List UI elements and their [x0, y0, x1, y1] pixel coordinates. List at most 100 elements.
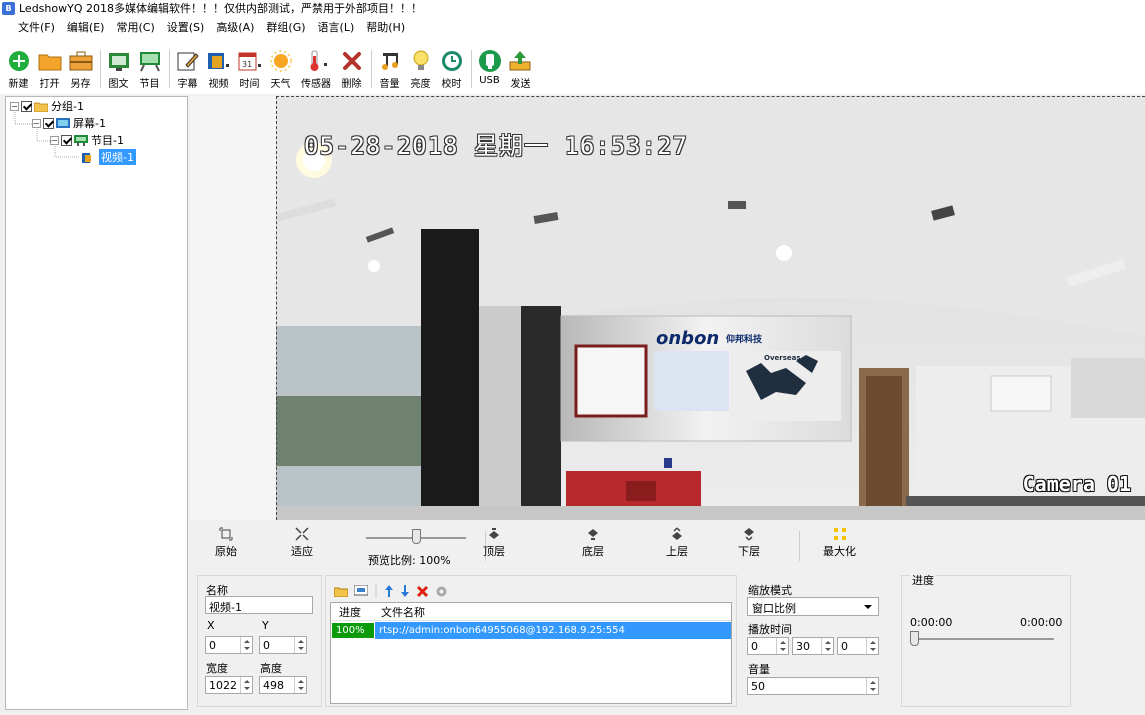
bottom-layer-button[interactable]: 底层 — [582, 527, 604, 559]
menu-file[interactable]: 文件(F) — [18, 19, 55, 35]
toolbar-separator — [100, 50, 101, 88]
thermometer-icon — [303, 48, 329, 74]
menu-settings[interactable]: 设置(S) — [167, 19, 205, 35]
program-button[interactable]: 节目 — [135, 48, 164, 90]
zoom-mode-select[interactable]: 窗口比例 — [747, 597, 879, 616]
view-controls: 原始 适应 预览比例: 100% 顶层 底层 上层 下层 最大化 — [190, 521, 1145, 573]
sensor-button[interactable]: 传感器 — [297, 48, 335, 90]
add-file-icon[interactable] — [334, 585, 348, 597]
spinner-icon[interactable] — [776, 638, 787, 654]
spinner-icon[interactable] — [866, 678, 877, 694]
column-filename[interactable]: 文件名称 — [375, 604, 425, 620]
menu-advanced[interactable]: 高级(A) — [216, 19, 254, 35]
video-frame[interactable]: onbon 仰邦科技 Overseas 05-28-2018 星期一 16:53… — [276, 96, 1145, 520]
toolbar-separator — [471, 50, 472, 88]
sun-icon — [268, 48, 294, 74]
progress-track — [914, 638, 1054, 640]
calendar-icon: 31 — [237, 48, 263, 74]
add-stream-icon[interactable] — [354, 585, 368, 597]
top-layer-button[interactable]: 顶层 — [483, 527, 505, 559]
tree-label-video: 视频-1 — [99, 149, 136, 165]
column-progress[interactable]: 进度 — [331, 604, 375, 620]
move-down-icon[interactable] — [400, 585, 410, 597]
menu-group[interactable]: 群组(G) — [266, 19, 305, 35]
spinner-icon[interactable] — [866, 638, 877, 654]
x-field[interactable]: 0 — [205, 636, 253, 654]
image-text-button[interactable]: 图文 — [104, 48, 133, 90]
remove-file-icon[interactable] — [416, 585, 429, 598]
program-tree: − 分组-1 − 屏幕-1 − 节目-1 视频-1 — [5, 96, 188, 710]
original-size-button[interactable]: 原始 — [215, 527, 237, 559]
lightbulb-icon — [408, 48, 434, 74]
delete-button[interactable]: 删除 — [337, 48, 366, 90]
usb-button[interactable]: USB — [475, 48, 504, 86]
weather-button[interactable]: 天气 — [266, 48, 295, 90]
subtitle-button[interactable]: 字幕 — [173, 48, 202, 90]
spinner-icon[interactable] — [240, 637, 251, 653]
y-field[interactable]: 0 — [259, 636, 307, 654]
usb-drive-icon — [477, 48, 503, 74]
divider — [799, 531, 800, 561]
file-list-toolbar — [334, 584, 448, 598]
brightness-button[interactable]: 亮度 — [406, 48, 435, 90]
original-size-label: 原始 — [215, 545, 237, 558]
tree-node-video[interactable]: 视频-1 — [82, 149, 136, 165]
saveas-button[interactable]: 另存 — [66, 48, 95, 90]
toolbar-divider — [375, 584, 377, 598]
music-note-icon — [377, 48, 403, 74]
file-table: 进度 文件名称 100% rtsp://admin:onbon64955068@… — [330, 602, 732, 704]
table-row[interactable]: 100% rtsp://admin:onbon64955068@192.168.… — [331, 622, 731, 639]
spinner-icon[interactable] — [821, 638, 832, 654]
layer-top-icon — [489, 528, 499, 539]
up-layer-button[interactable]: 上层 — [666, 527, 688, 559]
maximize-button[interactable]: 最大化 — [823, 527, 856, 559]
subtitle-label: 字幕 — [177, 79, 198, 90]
send-button[interactable]: 发送 — [506, 48, 535, 90]
tree-lines — [14, 110, 80, 158]
timecheck-button[interactable]: 校时 — [437, 48, 466, 90]
volume-field[interactable]: 50 — [747, 677, 879, 695]
pencil-note-icon — [175, 48, 201, 74]
width-field[interactable]: 1022 — [205, 676, 253, 694]
time-button[interactable]: 31 时间 — [235, 48, 264, 90]
program-board-icon — [137, 48, 163, 74]
fit-button[interactable]: 适应 — [291, 527, 313, 559]
spinner-icon[interactable] — [294, 637, 305, 653]
volume-label: 音量 — [748, 663, 770, 676]
play-minutes-field[interactable]: 30 — [792, 637, 834, 655]
progress-panel-label: 进度 — [910, 572, 936, 588]
open-button[interactable]: 打开 — [35, 48, 64, 90]
menu-language[interactable]: 语言(L) — [318, 19, 355, 35]
move-up-icon[interactable] — [384, 585, 394, 597]
down-layer-button[interactable]: 下层 — [738, 527, 760, 559]
play-hours-field[interactable]: 0 — [747, 637, 789, 655]
menu-common[interactable]: 常用(C) — [116, 19, 154, 35]
layer-down-icon — [744, 528, 754, 541]
spinner-icon[interactable] — [294, 677, 305, 693]
y-label: Y — [262, 619, 269, 632]
video-button[interactable]: 视频 — [204, 48, 233, 90]
briefcase-icon — [68, 48, 94, 74]
sensor-label: 传感器 — [301, 79, 331, 90]
progress-slider-thumb[interactable] — [910, 631, 919, 646]
spinner-icon[interactable] — [240, 677, 251, 693]
playback-settings-panel: 缩放模式 窗口比例 播放时间 0 30 0 音量 50 — [740, 575, 895, 707]
menu-help[interactable]: 帮助(H) — [366, 19, 405, 35]
layer-bottom-icon — [588, 529, 598, 540]
name-field[interactable]: 视频-1 — [205, 596, 313, 614]
toolbar-separator — [371, 50, 372, 88]
zoom-slider[interactable] — [366, 529, 466, 545]
svg-text:31: 31 — [242, 60, 252, 69]
volume-button[interactable]: 音量 — [375, 48, 404, 90]
menu-edit[interactable]: 编辑(E) — [67, 19, 105, 35]
tree-label-program: 节目-1 — [91, 134, 124, 147]
settings-gear-icon[interactable] — [435, 585, 448, 598]
selection-border — [276, 96, 1145, 520]
play-seconds-field[interactable]: 0 — [837, 637, 879, 655]
zoom-slider-thumb[interactable] — [412, 529, 421, 544]
program-label: 节目 — [139, 79, 160, 90]
height-field[interactable]: 498 — [259, 676, 307, 694]
fit-arrows-icon — [295, 527, 309, 541]
new-button[interactable]: 新建 — [4, 48, 33, 90]
folder-icon — [37, 48, 63, 74]
